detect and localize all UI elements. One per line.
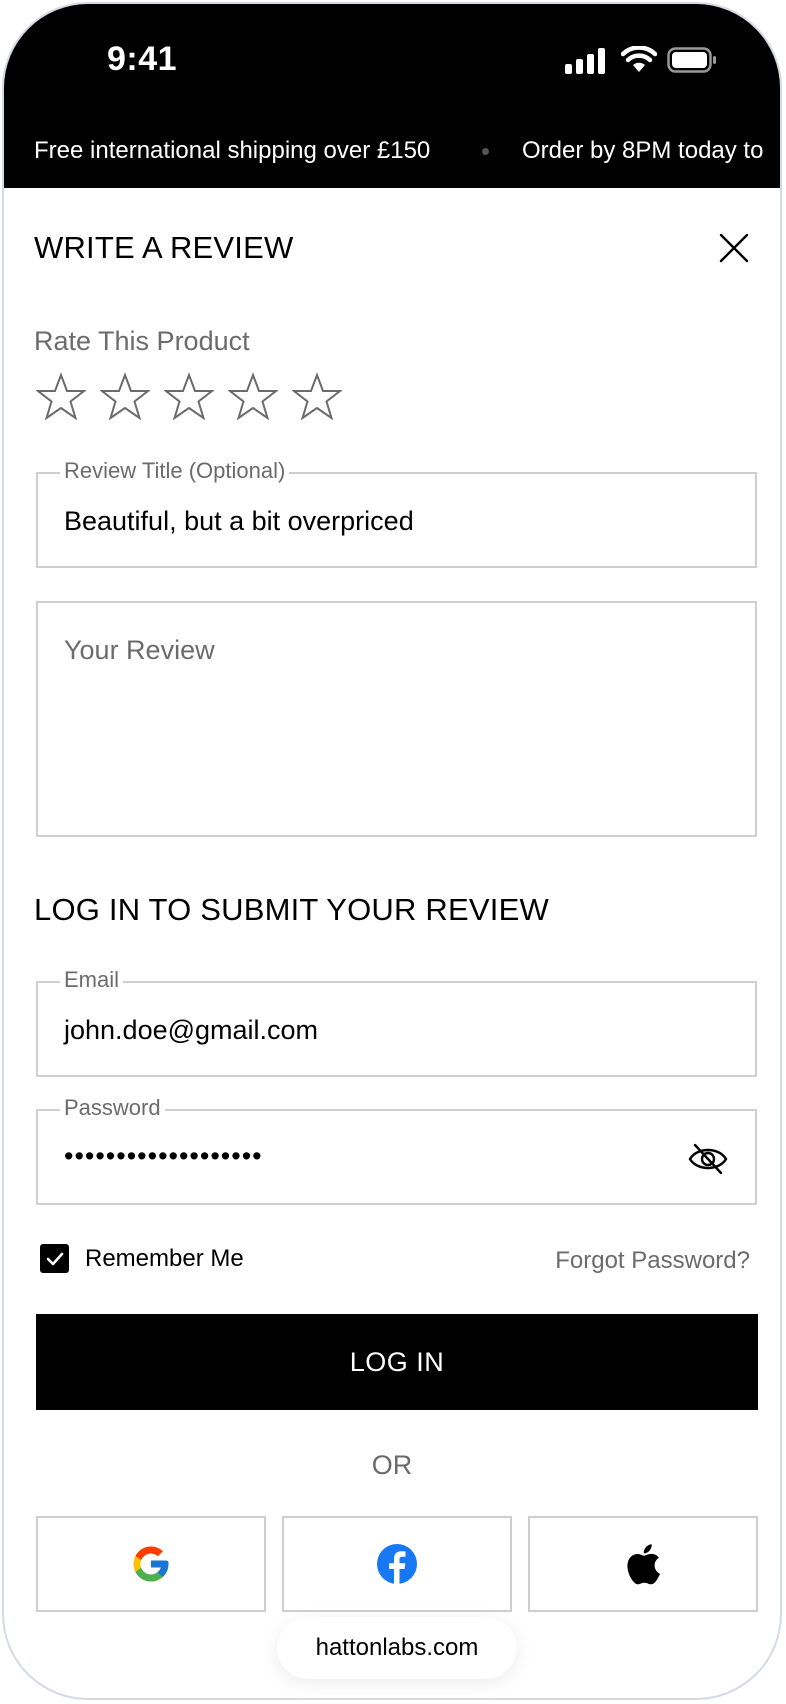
top-banner: 9:41 Free international shipping over £1… <box>4 4 780 188</box>
review-title-heading: WRITE A REVIEW <box>34 230 294 265</box>
review-title-label: Review Title (Optional) <box>60 458 290 484</box>
remember-me-label: Remember Me <box>85 1244 244 1272</box>
review-body-placeholder: Your Review <box>64 635 215 665</box>
rate-product-label: Rate This Product <box>34 326 250 356</box>
eye-off-icon[interactable] <box>687 1141 729 1177</box>
password-label: Password <box>60 1095 165 1121</box>
announcement-message: Order by 8PM today to <box>522 137 764 164</box>
login-heading: LOG IN TO SUBMIT YOUR REVIEW <box>34 892 549 927</box>
separator-dot <box>482 148 489 155</box>
star-icon[interactable] <box>292 372 342 422</box>
battery-icon <box>667 47 716 73</box>
remember-me-checkbox[interactable]: Remember Me <box>40 1244 244 1273</box>
announcement-message: Free international shipping over £150 <box>34 137 431 164</box>
star-rating[interactable] <box>36 372 342 422</box>
email-label: Email <box>60 967 124 993</box>
status-time: 9:41 <box>107 40 178 78</box>
google-login-button[interactable] <box>36 1516 266 1612</box>
checkbox[interactable] <box>40 1244 69 1273</box>
star-icon[interactable] <box>36 372 86 422</box>
review-body-textarea[interactable]: Your Review <box>36 601 757 837</box>
apple-login-button[interactable] <box>528 1516 758 1612</box>
login-button[interactable]: LOG IN <box>36 1314 758 1410</box>
browser-url-bar[interactable]: hattonlabs.com <box>277 1617 517 1679</box>
phone-frame: 9:41 Free international shipping over £1… <box>2 2 782 1700</box>
close-icon[interactable] <box>718 232 750 264</box>
facebook-icon <box>377 1544 417 1584</box>
password-field[interactable]: Password ••••••••••••••••••• <box>36 1095 757 1205</box>
announcement-bar: Free international shipping over £150 Or… <box>4 132 780 172</box>
email-input[interactable]: john.doe@gmail.com <box>64 1015 318 1046</box>
star-icon[interactable] <box>100 372 150 422</box>
review-title-input[interactable]: Beautiful, but a bit overpriced <box>64 506 414 537</box>
wifi-icon <box>621 46 657 72</box>
cellular-signal-icon <box>565 48 609 74</box>
facebook-login-button[interactable] <box>282 1516 512 1612</box>
star-icon[interactable] <box>164 372 214 422</box>
review-title-field[interactable]: Review Title (Optional) Beautiful, but a… <box>36 458 757 568</box>
email-field[interactable]: Email john.doe@gmail.com <box>36 967 757 1077</box>
password-input[interactable]: ••••••••••••••••••• <box>64 1141 263 1172</box>
checkmark-icon <box>46 1252 63 1265</box>
forgot-password-link[interactable]: Forgot Password? <box>555 1247 750 1275</box>
google-icon <box>133 1546 169 1582</box>
star-icon[interactable] <box>228 372 278 422</box>
apple-icon <box>627 1544 660 1585</box>
or-divider: OR <box>371 1450 413 1480</box>
